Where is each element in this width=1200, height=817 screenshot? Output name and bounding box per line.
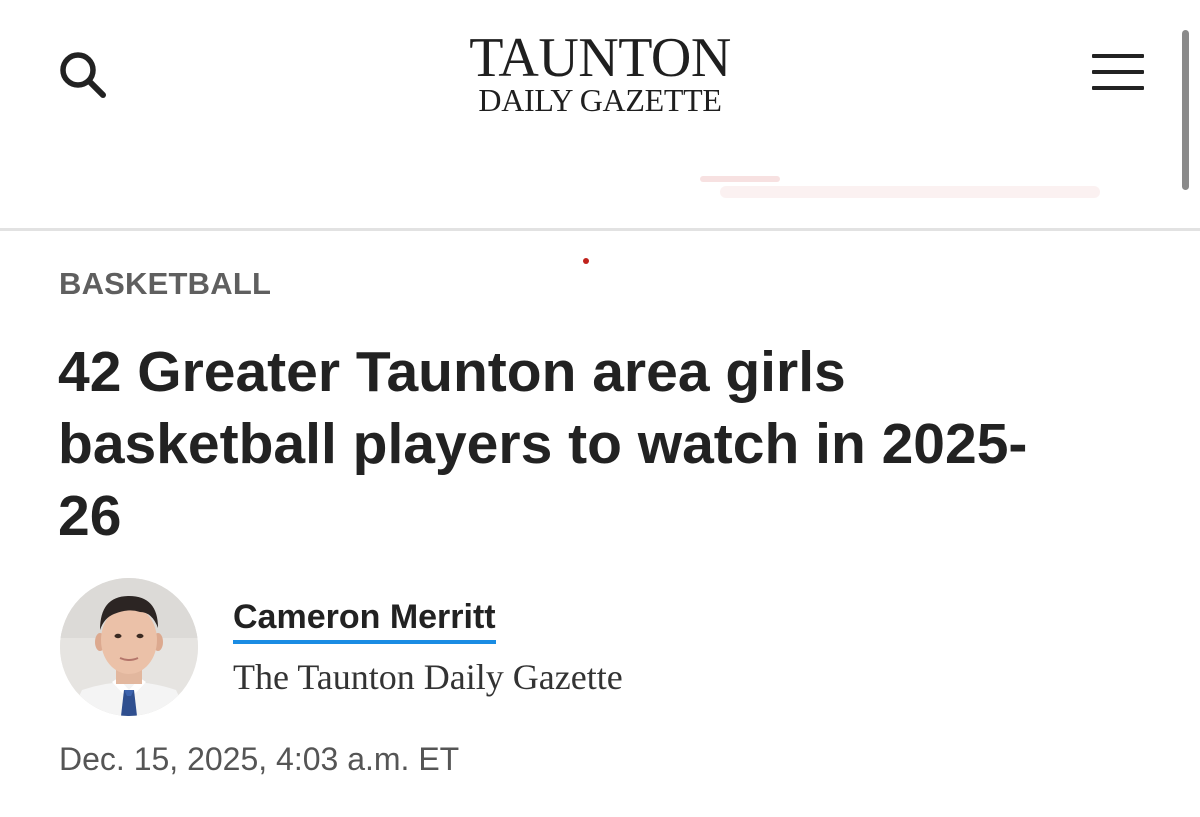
author-organization: The Taunton Daily Gazette — [233, 657, 623, 697]
article-timestamp: Dec. 15, 2025, 4:03 a.m. ET — [59, 741, 460, 777]
article-category[interactable]: BASKETBALL — [59, 266, 271, 302]
article-headline: 42 Greater Taunton area girls basketball… — [58, 340, 1028, 548]
indicator-dot — [583, 258, 589, 264]
logo-subtitle: DAILY GAZETTE — [478, 82, 722, 118]
site-header: TAUNTON DAILY GAZETTE — [0, 0, 1200, 230]
author-avatar[interactable] — [60, 578, 198, 716]
header-divider — [0, 228, 1200, 231]
author-name-link[interactable]: Cameron Merritt — [233, 598, 496, 644]
search-icon — [60, 52, 106, 98]
faded-banner — [700, 160, 1140, 204]
search-button[interactable] — [52, 44, 112, 104]
menu-button[interactable] — [1088, 50, 1148, 94]
scrollbar[interactable] — [1182, 30, 1189, 190]
logo-title: TAUNTON — [469, 27, 731, 89]
site-logo[interactable]: TAUNTON DAILY GAZETTE — [400, 30, 800, 116]
